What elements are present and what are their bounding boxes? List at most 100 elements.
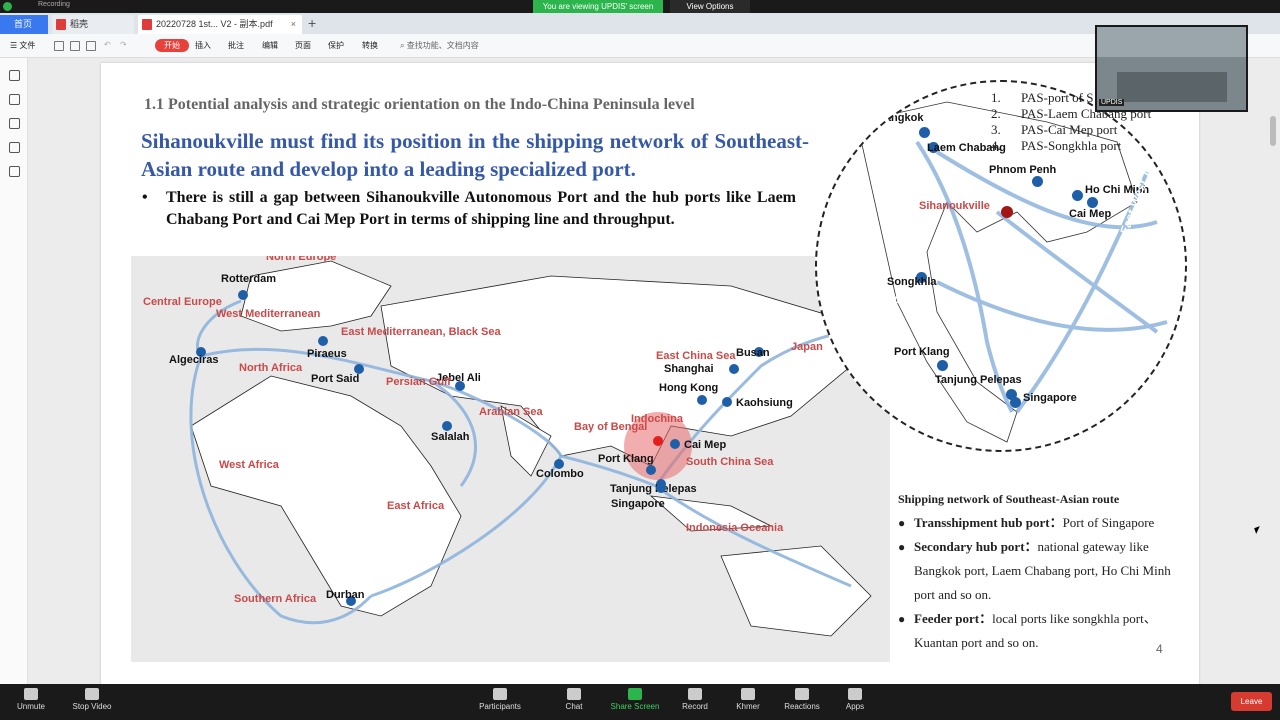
sihanoukville-dot xyxy=(653,436,663,446)
port-label: Singapore xyxy=(611,498,665,510)
save-icon[interactable] xyxy=(70,41,80,51)
close-tab-icon[interactable]: × xyxy=(291,15,296,34)
inset-port-marker xyxy=(1032,176,1043,187)
participants-icon xyxy=(493,688,507,700)
unmute-button[interactable]: Unmute xyxy=(12,684,50,720)
region-label: Central Europe xyxy=(143,296,222,308)
africa-landmass xyxy=(190,375,462,617)
tab-docer[interactable]: 稻壳 xyxy=(52,15,134,34)
stop-video-button[interactable]: Stop Video xyxy=(68,684,116,720)
region-label: East Africa xyxy=(387,500,445,512)
port-label: Salalah xyxy=(431,431,470,443)
inset-region-label: Middle Europe xyxy=(825,292,908,306)
share-screen-icon xyxy=(628,688,642,700)
record-icon xyxy=(688,688,702,700)
slide-title: Sihanoukville must find its position in … xyxy=(141,129,809,181)
chat-button[interactable]: Chat xyxy=(560,684,588,720)
europe-landmass xyxy=(240,260,392,332)
attachment-icon[interactable] xyxy=(9,142,20,153)
recording-icon xyxy=(3,2,12,11)
apps-button[interactable]: Apps xyxy=(842,684,868,720)
network-description: Shipping network of Southeast-Asian rout… xyxy=(898,487,1178,655)
toolbar-search[interactable]: ⌕ 查找功能、文档内容 xyxy=(400,40,479,51)
recording-label: Recording xyxy=(38,1,70,8)
comment-icon[interactable] xyxy=(9,118,20,129)
tab-home-label: 首页 xyxy=(14,19,33,29)
apps-icon xyxy=(848,688,862,700)
open-icon[interactable] xyxy=(54,41,64,51)
port-label: Busan xyxy=(736,347,770,359)
port-label: Port Said xyxy=(311,373,360,385)
port-label: Colombo xyxy=(536,468,584,480)
tab-home[interactable]: 首页 xyxy=(0,15,48,34)
port-label: Kaohsiung xyxy=(736,397,793,409)
network-item: Transshipment hub port：Port of Singapore xyxy=(898,511,1178,535)
region-label: Arabian Sea xyxy=(479,406,543,418)
port-label: Hong Kong xyxy=(659,382,719,394)
reactions-button[interactable]: Reactions xyxy=(782,684,822,720)
tab-docer-label: 稻壳 xyxy=(70,19,89,29)
view-options-button[interactable]: View Options xyxy=(670,0,750,13)
redo-icon[interactable]: ↷ xyxy=(120,40,127,49)
pdf-icon xyxy=(142,19,152,30)
tab-bar: 首页 稻壳 20220728 1st... V2 - 副本.pdf × xyxy=(0,13,1280,34)
menu-convert[interactable]: 转换 xyxy=(362,40,378,51)
pas-legend-item: 4. PAS-Songkhla port xyxy=(991,138,1122,153)
menu-annotate[interactable]: 批注 xyxy=(228,40,244,51)
port-label: Shanghai xyxy=(664,363,714,375)
inset-port-label: Tanjung Pelepas xyxy=(935,374,1022,386)
microphone-muted-icon xyxy=(24,688,38,700)
region-label: North Europe xyxy=(266,256,337,263)
vertical-scrollbar[interactable] xyxy=(1270,116,1276,146)
region-label: West Mediterranean xyxy=(216,308,321,320)
zoom-controls: Unmute Stop Video Participants Chat Shar… xyxy=(0,684,1280,720)
inset-port-label: Port Klang xyxy=(894,346,950,358)
menu-page[interactable]: 页面 xyxy=(295,40,311,51)
leave-button[interactable]: Leave xyxy=(1231,692,1272,711)
network-item: Secondary hub port：national gateway like… xyxy=(898,535,1178,607)
menu-edit[interactable]: 编辑 xyxy=(262,40,278,51)
participant-name: UPDIS xyxy=(1099,99,1125,106)
menu-protect[interactable]: 保护 xyxy=(328,40,344,51)
inset-port-label: Bangkok xyxy=(877,112,924,124)
inset-port-label: Cai Mep xyxy=(1069,208,1112,220)
chat-icon xyxy=(567,688,581,700)
region-label: Indonesia Oceania xyxy=(686,522,784,534)
inset-port-marker xyxy=(937,360,948,371)
inset-route-4 xyxy=(936,280,1168,332)
record-button[interactable]: Record xyxy=(680,684,710,720)
inset-port-label: Sihanoukville xyxy=(919,200,990,212)
menu-start[interactable]: 开始 xyxy=(155,39,189,52)
section-heading: 1.1 Potential analysis and strategic ori… xyxy=(144,96,695,113)
bookmark-icon[interactable] xyxy=(9,70,20,81)
port-marker xyxy=(697,395,707,405)
inset-port-marker xyxy=(1010,397,1021,408)
thumbnail-icon[interactable] xyxy=(9,94,20,105)
tab-pdf-document[interactable]: 20220728 1st... V2 - 副本.pdf × xyxy=(138,15,302,34)
region-label: Indochina xyxy=(631,413,683,425)
print-icon[interactable] xyxy=(86,41,96,51)
region-label: Southern Africa xyxy=(234,593,317,605)
language-avatar-icon xyxy=(741,688,755,700)
inset-port-marker xyxy=(919,127,930,138)
port-marker xyxy=(670,439,680,449)
port-marker xyxy=(729,364,739,374)
australia-landmass xyxy=(720,545,872,637)
port-marker xyxy=(656,483,666,493)
share-screen-button[interactable]: Share Screen xyxy=(610,684,660,720)
menu-file[interactable]: ☰ 文件 xyxy=(10,40,35,51)
undo-icon[interactable]: ↶ xyxy=(104,40,111,49)
reactions-icon xyxy=(795,688,809,700)
participants-button[interactable]: Participants xyxy=(476,684,524,720)
port-label: Tanjung Pelepas xyxy=(610,483,697,495)
menu-insert[interactable]: 插入 xyxy=(195,40,211,51)
port-label: Port Klang xyxy=(598,453,654,465)
khmer-button[interactable]: Khmer xyxy=(733,684,763,720)
signature-icon[interactable] xyxy=(9,166,20,177)
port-marker xyxy=(318,336,328,346)
shipping-route-map: Rotterdam Algeciras Piraeus Port Said Jebel … xyxy=(131,256,890,662)
inset-port-marker xyxy=(1072,190,1083,201)
left-sidebar xyxy=(0,58,28,684)
port-marker xyxy=(722,397,732,407)
new-tab-icon[interactable]: + xyxy=(308,13,316,34)
